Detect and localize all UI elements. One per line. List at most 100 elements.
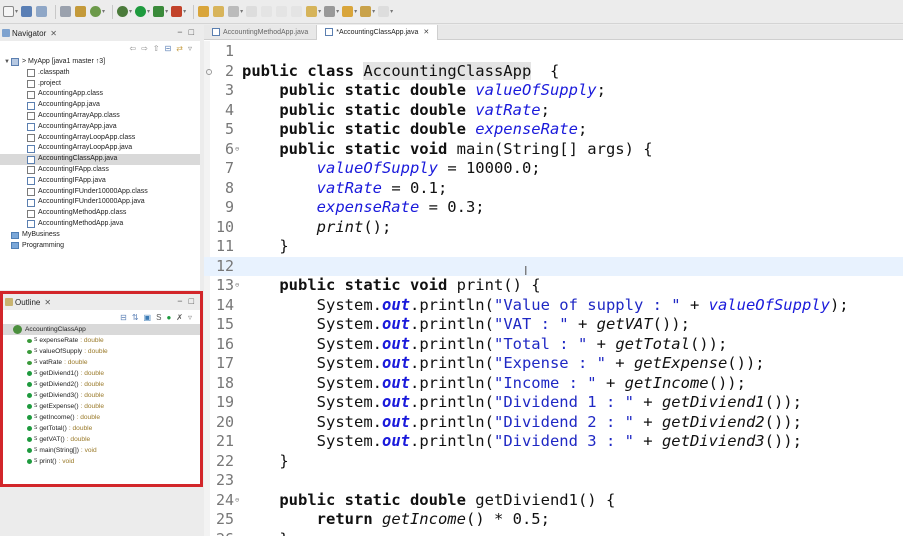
navigator-item[interactable]: Programming xyxy=(0,241,200,252)
code-line[interactable]: 22 } xyxy=(204,452,903,472)
maximize-icon[interactable]: □ xyxy=(189,296,194,306)
code-line[interactable]: 10 print(); xyxy=(204,218,903,238)
close-icon[interactable]: ✕ xyxy=(50,29,57,38)
close-icon[interactable]: ✕ xyxy=(44,298,51,307)
navigator-item[interactable]: ▼ > MyApp [java1 master ↑3] xyxy=(0,57,200,68)
view-menu-icon[interactable]: ▿ xyxy=(188,313,192,322)
next-annotation-icon[interactable]: ▾ xyxy=(306,4,321,20)
navigator-item[interactable]: AccountingIFUnder10000App.class xyxy=(0,187,200,198)
navigator-item[interactable]: AccountingMethodApp.class xyxy=(0,208,200,219)
code-line[interactable]: 15 System.out.println("VAT : " + getVAT(… xyxy=(204,315,903,335)
code-line[interactable]: 17 System.out.println("Expense : " + get… xyxy=(204,354,903,374)
navigator-item[interactable]: AccountingClassApp.java xyxy=(0,154,200,165)
code-line[interactable]: 13 ⊖ public static void print() { xyxy=(204,276,903,296)
run-icon[interactable]: ▾ xyxy=(135,4,150,20)
pin-icon[interactable] xyxy=(246,4,258,20)
mark-icon[interactable] xyxy=(291,4,303,20)
prev-annotation-icon[interactable]: ▾ xyxy=(324,4,339,20)
navigator-item[interactable]: .project xyxy=(0,79,200,90)
outline-member[interactable]: Smain(String[]): void xyxy=(3,445,200,456)
forward-icon[interactable]: ▾ xyxy=(378,4,393,20)
code-line[interactable]: 19 System.out.println("Dividend 1 : " + … xyxy=(204,393,903,413)
outline-member[interactable]: SgetVAT(): double xyxy=(3,434,200,445)
code-line[interactable]: 5 public static double expenseRate; xyxy=(204,120,903,140)
outline-member[interactable]: SgetDiviend3(): double xyxy=(3,390,200,401)
code-line[interactable]: 14 System.out.println("Value of supply :… xyxy=(204,296,903,316)
code-line[interactable]: 6 ⊖ public static void main(String[] args… xyxy=(204,140,903,160)
forward-icon[interactable]: ⇨ xyxy=(141,44,148,53)
toggle-icon[interactable] xyxy=(261,4,273,20)
hide-fields-icon[interactable]: ▣ xyxy=(144,313,152,322)
minimize-icon[interactable]: − xyxy=(177,296,182,306)
settings-icon[interactable]: ▾ xyxy=(90,4,105,20)
code-line[interactable]: 4 public static double vatRate; xyxy=(204,101,903,121)
outline-class-row[interactable]: AccountingClassApp xyxy=(3,324,200,335)
code-line[interactable]: 9 expenseRate = 0.3; xyxy=(204,198,903,218)
code-line[interactable]: 26 } xyxy=(204,530,903,536)
code-line[interactable]: 8 vatRate = 0.1; xyxy=(204,179,903,199)
code-line[interactable]: 25 return getIncome() * 0.5; xyxy=(204,510,903,530)
code-line[interactable]: 12 xyxy=(204,256,903,276)
navigator-item[interactable]: AccountingArrayApp.java xyxy=(0,122,200,133)
outline-member[interactable]: SgetTotal(): double xyxy=(3,423,200,434)
back-icon[interactable]: ▾ xyxy=(360,4,375,20)
fold-toggle-icon[interactable]: ⊖ xyxy=(235,140,239,160)
back-icon[interactable]: ⇦ xyxy=(129,44,136,53)
close-tab-icon[interactable]: ✕ xyxy=(423,28,429,36)
debug-icon[interactable]: ▾ xyxy=(117,4,132,20)
code-line[interactable]: 20 System.out.println("Dividend 2 : " + … xyxy=(204,413,903,433)
navigator-item[interactable]: AccountingArrayLoopApp.class xyxy=(0,133,200,144)
navigator-item[interactable]: AccountingApp.class xyxy=(0,89,200,100)
fold-toggle-icon[interactable]: ⊖ xyxy=(235,276,239,296)
editor-tab[interactable]: AccountingMethodApp.java xyxy=(204,25,316,40)
navigator-item[interactable]: .classpath xyxy=(0,68,200,79)
block-icon[interactable] xyxy=(276,4,288,20)
outline-member[interactable]: Sprint(): void xyxy=(3,456,200,467)
fold-toggle-icon[interactable]: ⊖ xyxy=(235,491,239,511)
pencil-icon[interactable]: ▾ xyxy=(228,4,243,20)
outline-member[interactable]: SgetExpense(): double xyxy=(3,401,200,412)
open-type-icon[interactable] xyxy=(198,4,210,20)
link-editor-icon[interactable]: ⇄ xyxy=(176,44,183,53)
collapse-all-icon[interactable]: ⊟ xyxy=(120,313,127,322)
new-icon[interactable]: ▾ xyxy=(3,4,18,20)
code-line[interactable]: 24 ⊖ public static double getDiviend1() { xyxy=(204,491,903,511)
navigator-item[interactable]: AccountingIFUnder10000App.java xyxy=(0,197,200,208)
outline-member[interactable]: SgetDiviend2(): double xyxy=(3,379,200,390)
outline-member[interactable]: SvatRate: double xyxy=(3,357,200,368)
code-line[interactable]: 11 } xyxy=(204,237,903,257)
hide-nonpublic-icon[interactable]: ● xyxy=(166,313,171,322)
code-line[interactable]: 16 System.out.println("Total : " + getTo… xyxy=(204,335,903,355)
sort-icon[interactable]: ⇅ xyxy=(132,313,139,322)
save-all-icon[interactable] xyxy=(36,4,48,20)
coverage-icon[interactable]: ▾ xyxy=(153,4,168,20)
collapse-all-icon[interactable]: ⊟ xyxy=(165,44,172,53)
navigator-item[interactable]: AccountingArrayLoopApp.java xyxy=(0,143,200,154)
save-icon[interactable] xyxy=(21,4,33,20)
external-tools-icon[interactable]: ▾ xyxy=(171,4,186,20)
navigator-item[interactable]: AccountingMethodApp.java xyxy=(0,219,200,230)
code-line[interactable]: 2 public class AccountingClassApp { xyxy=(204,61,903,82)
editor-tab[interactable]: *AccountingClassApp.java ✕ xyxy=(316,24,439,40)
up-icon[interactable]: ⇧ xyxy=(153,44,160,53)
code-line[interactable]: 18 System.out.println("Income : " + getI… xyxy=(204,374,903,394)
outline-member[interactable]: SexpenseRate: double xyxy=(3,335,200,346)
tools-icon[interactable] xyxy=(60,4,72,20)
code-line[interactable]: 21 System.out.println("Dividend 3 : " + … xyxy=(204,432,903,452)
last-edit-icon[interactable]: ▾ xyxy=(342,4,357,20)
hide-static-icon[interactable]: S xyxy=(156,313,161,322)
navigator-item[interactable]: MyBusiness xyxy=(0,230,200,241)
code-line[interactable]: 7 valueOfSupply = 10000.0; xyxy=(204,159,903,179)
minimize-icon[interactable]: − xyxy=(177,27,182,37)
open-folder-icon[interactable] xyxy=(213,4,225,20)
grid-icon[interactable] xyxy=(75,4,87,20)
code-line[interactable]: 3 public static double valueOfSupply; xyxy=(204,81,903,101)
outline-member[interactable]: SvalueOfSupply: double xyxy=(3,346,200,357)
maximize-icon[interactable]: □ xyxy=(189,27,194,37)
navigator-item[interactable]: AccountingIFApp.class xyxy=(0,165,200,176)
navigator-item[interactable]: AccountingIFApp.java xyxy=(0,176,200,187)
code-line[interactable]: 23 xyxy=(204,471,903,491)
navigator-item[interactable]: AccountingArrayApp.class xyxy=(0,111,200,122)
outline-member[interactable]: SgetDiviend1(): double xyxy=(3,368,200,379)
navigator-item[interactable]: AccountingApp.java xyxy=(0,100,200,111)
